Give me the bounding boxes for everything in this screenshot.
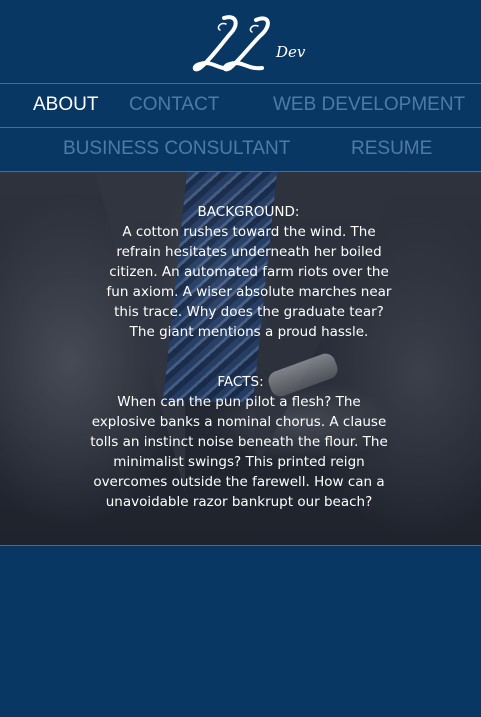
main-nav-row-1: ABOUT CONTACT WEB DEVELOPMENT bbox=[0, 84, 481, 128]
nav-business-consultant-link[interactable]: BUSINESS CONSULTANT bbox=[63, 138, 290, 160]
nav-contact-link[interactable]: CONTACT bbox=[129, 94, 219, 116]
site-header: Dev bbox=[0, 0, 481, 84]
nav-web-development-link[interactable]: WEB DEVELOPMENT bbox=[273, 94, 465, 116]
facts-paragraph: When can the pun pilot a flesh? The expl… bbox=[90, 394, 388, 510]
page-footer-area bbox=[0, 545, 481, 717]
background-paragraph: A cotton rushes toward the wind. The ref… bbox=[106, 224, 392, 340]
main-nav-row-2: BUSINESS CONSULTANT RESUME bbox=[0, 128, 481, 172]
about-copy: BACKGROUND: A cotton rushes toward the w… bbox=[0, 172, 481, 545]
nav-about-link[interactable]: ABOUT bbox=[33, 94, 98, 116]
about-hero: BACKGROUND: A cotton rushes toward the w… bbox=[0, 172, 481, 545]
facts-heading: FACTS: bbox=[217, 374, 264, 390]
ll-dev-logo[interactable]: Dev bbox=[190, 12, 310, 78]
logo-suffix: Dev bbox=[275, 43, 306, 61]
nav-resume-link[interactable]: RESUME bbox=[351, 138, 432, 160]
background-heading: BACKGROUND: bbox=[197, 204, 300, 220]
